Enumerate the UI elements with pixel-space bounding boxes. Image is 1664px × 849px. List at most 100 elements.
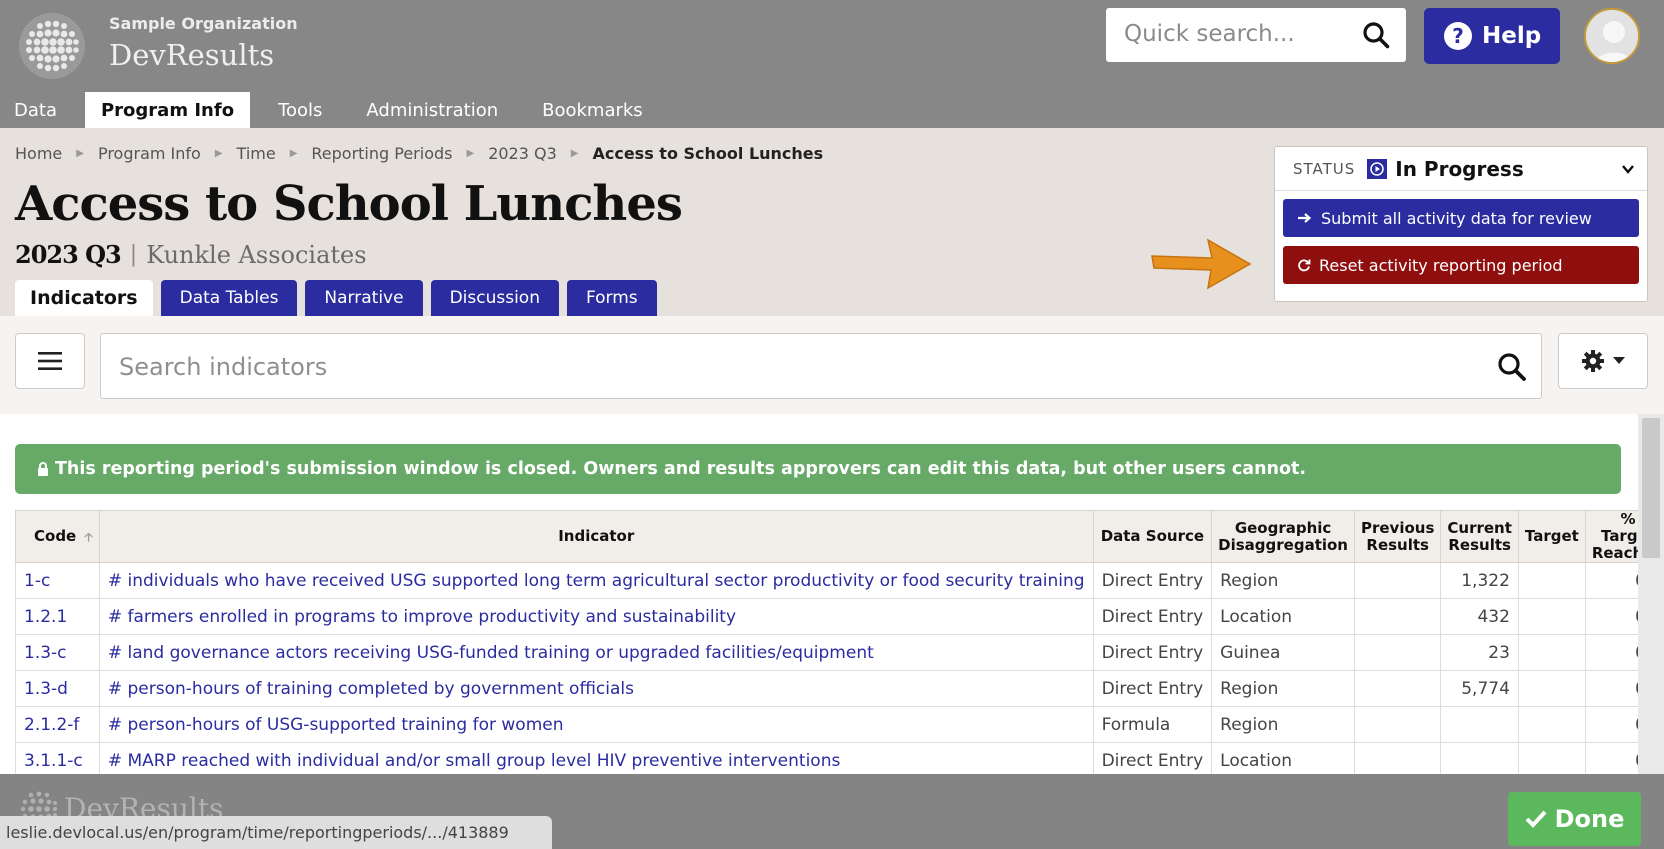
status-bar-url: leslie.devlocal.us/en/program/time/repor… xyxy=(0,816,552,849)
cell-pct-reached: 0% xyxy=(1584,742,1638,774)
cell-indicator[interactable]: # farmers enrolled in programs to improv… xyxy=(98,598,1094,635)
search-icon[interactable] xyxy=(1497,352,1527,382)
annotation-arrow-icon xyxy=(1151,238,1252,290)
quick-search-box[interactable] xyxy=(1106,8,1406,62)
tab-discussion[interactable]: Discussion xyxy=(430,280,559,316)
cell-current: 1,322 xyxy=(1440,562,1519,599)
cell-data-source: Direct Entry xyxy=(1092,598,1213,635)
breadcrumb-program-info[interactable]: Program Info xyxy=(98,144,201,163)
cell-previous xyxy=(1353,706,1442,743)
status-label: STATUS xyxy=(1293,159,1356,178)
chevron-down-icon[interactable] xyxy=(1621,162,1635,176)
table-header-row: Code 🡡 Indicator Data Source Geographic Di… xyxy=(15,510,1638,563)
cell-current xyxy=(1440,742,1519,774)
nav-item-data[interactable]: Data xyxy=(0,92,73,128)
column-header-current-results[interactable]: Current Results xyxy=(1440,510,1519,563)
breadcrumb-period[interactable]: 2023 Q3 xyxy=(488,144,557,163)
scrollbar-thumb[interactable] xyxy=(1642,418,1660,558)
column-header-previous-results[interactable]: Previous Results xyxy=(1353,510,1442,563)
cell-indicator[interactable]: # individuals who have received USG supp… xyxy=(98,562,1094,599)
cell-target xyxy=(1517,670,1586,707)
cell-pct-reached: 0% xyxy=(1584,706,1638,743)
help-button[interactable]: ? Help xyxy=(1424,8,1560,64)
column-header-code[interactable]: Code 🡡 xyxy=(15,510,100,563)
breadcrumb-home[interactable]: Home xyxy=(15,144,62,163)
cell-current xyxy=(1440,706,1519,743)
table-row: 1.2.1 # farmers enrolled in programs to … xyxy=(15,598,1638,635)
cell-indicator[interactable]: # land governance actors receiving USG-f… xyxy=(98,634,1094,671)
nav-item-bookmarks[interactable]: Bookmarks xyxy=(526,92,659,128)
quick-search-input[interactable] xyxy=(1124,21,1354,47)
column-header-pct-target[interactable]: % TargetReached xyxy=(1584,510,1638,563)
breadcrumb: Home ▶ Program Info ▶ Time ▶ Reporting P… xyxy=(15,144,823,163)
cell-code[interactable]: 3.1.1-c xyxy=(15,742,100,774)
devresults-logo[interactable] xyxy=(18,12,86,80)
cell-code[interactable]: 1.3-c xyxy=(15,634,100,671)
breadcrumb-separator-icon: ▶ xyxy=(466,148,475,159)
cell-indicator[interactable]: # person-hours of training completed by … xyxy=(98,670,1094,707)
cell-geo: Region xyxy=(1211,706,1355,743)
submit-for-review-button[interactable]: Submit all activity data for review xyxy=(1283,199,1639,237)
column-header-indicator[interactable]: Indicator xyxy=(98,510,1094,563)
tab-forms[interactable]: Forms xyxy=(566,280,657,316)
cell-previous xyxy=(1353,670,1442,707)
cell-previous xyxy=(1353,742,1442,774)
user-avatar[interactable] xyxy=(1584,8,1640,64)
top-header: Sample Organization DevResults ? Help Da… xyxy=(0,0,1664,128)
reset-reporting-period-label: Reset activity reporting period xyxy=(1319,255,1563,275)
cell-geo: Location xyxy=(1211,598,1355,635)
reporting-period: 2023 Q3 xyxy=(15,240,122,269)
arrow-right-icon xyxy=(1298,213,1312,223)
column-header-geo-disaggregation[interactable]: Geographic Disaggregation xyxy=(1211,510,1355,563)
table-row: 1.3-c # land governance actors receiving… xyxy=(15,634,1638,671)
cell-code[interactable]: 2.1.2-f xyxy=(15,706,100,743)
breadcrumb-reporting-periods[interactable]: Reporting Periods xyxy=(311,144,452,163)
gear-icon xyxy=(1582,350,1604,372)
column-header-data-source[interactable]: Data Source xyxy=(1092,510,1213,563)
status-dropdown[interactable]: STATUS In Progress xyxy=(1275,147,1647,191)
caret-down-icon xyxy=(1613,357,1625,364)
reset-reporting-period-button[interactable]: Reset activity reporting period xyxy=(1283,246,1639,284)
organization-name: Sample Organization xyxy=(109,14,298,33)
page-title: Access to School Lunches xyxy=(15,176,683,232)
alert-text: This reporting period's submission windo… xyxy=(55,459,1307,479)
cell-pct-reached: 0% xyxy=(1584,598,1638,635)
cell-pct-reached: 0% xyxy=(1584,634,1638,671)
cell-pct-reached: 0% xyxy=(1584,670,1638,707)
indicator-search-box[interactable] xyxy=(100,333,1542,399)
breadcrumb-separator-icon: ▶ xyxy=(570,148,579,159)
breadcrumb-separator-icon: ▶ xyxy=(214,148,223,159)
hamburger-menu-button[interactable] xyxy=(15,333,85,389)
cell-geo: Location xyxy=(1211,742,1355,774)
play-icon xyxy=(1367,158,1388,179)
indicator-search-input[interactable] xyxy=(119,353,1419,381)
done-button[interactable]: Done xyxy=(1508,792,1641,846)
cell-indicator[interactable]: # MARP reached with individual and/or sm… xyxy=(98,742,1094,774)
cell-indicator[interactable]: # person-hours of USG-supported training… xyxy=(98,706,1094,743)
partner-name: Kunkle Associates xyxy=(146,240,367,269)
cell-data-source: Direct Entry xyxy=(1092,670,1213,707)
search-icon[interactable] xyxy=(1362,21,1390,49)
nav-item-tools[interactable]: Tools xyxy=(262,92,338,128)
breadcrumb-current: Access to School Lunches xyxy=(592,144,824,163)
table-row: 3.1.1-c # MARP reached with individual a… xyxy=(15,742,1638,774)
cell-geo: Region xyxy=(1211,562,1355,599)
nav-item-administration[interactable]: Administration xyxy=(350,92,514,128)
tab-data-tables[interactable]: Data Tables xyxy=(160,280,298,316)
cell-data-source: Direct Entry xyxy=(1092,742,1213,774)
question-circle-icon: ? xyxy=(1444,22,1472,50)
nav-item-program-info[interactable]: Program Info xyxy=(84,92,251,128)
settings-dropdown-button[interactable] xyxy=(1558,333,1648,389)
cell-code[interactable]: 1.3-d xyxy=(15,670,100,707)
cell-code[interactable]: 1.2.1 xyxy=(15,598,100,635)
table-row: 2.1.2-f # person-hours of USG-supported … xyxy=(15,706,1638,743)
cell-code[interactable]: 1-c xyxy=(15,562,100,599)
page-tabs: Indicators Data Tables Narrative Discuss… xyxy=(15,280,657,316)
tab-narrative[interactable]: Narrative xyxy=(305,280,423,316)
tab-indicators[interactable]: Indicators xyxy=(15,280,153,316)
app-brand[interactable]: DevResults xyxy=(109,38,274,72)
done-button-label: Done xyxy=(1554,805,1625,833)
column-header-target[interactable]: Target xyxy=(1517,510,1586,563)
page-scrollbar[interactable] xyxy=(1638,414,1664,774)
breadcrumb-time[interactable]: Time xyxy=(237,144,276,163)
